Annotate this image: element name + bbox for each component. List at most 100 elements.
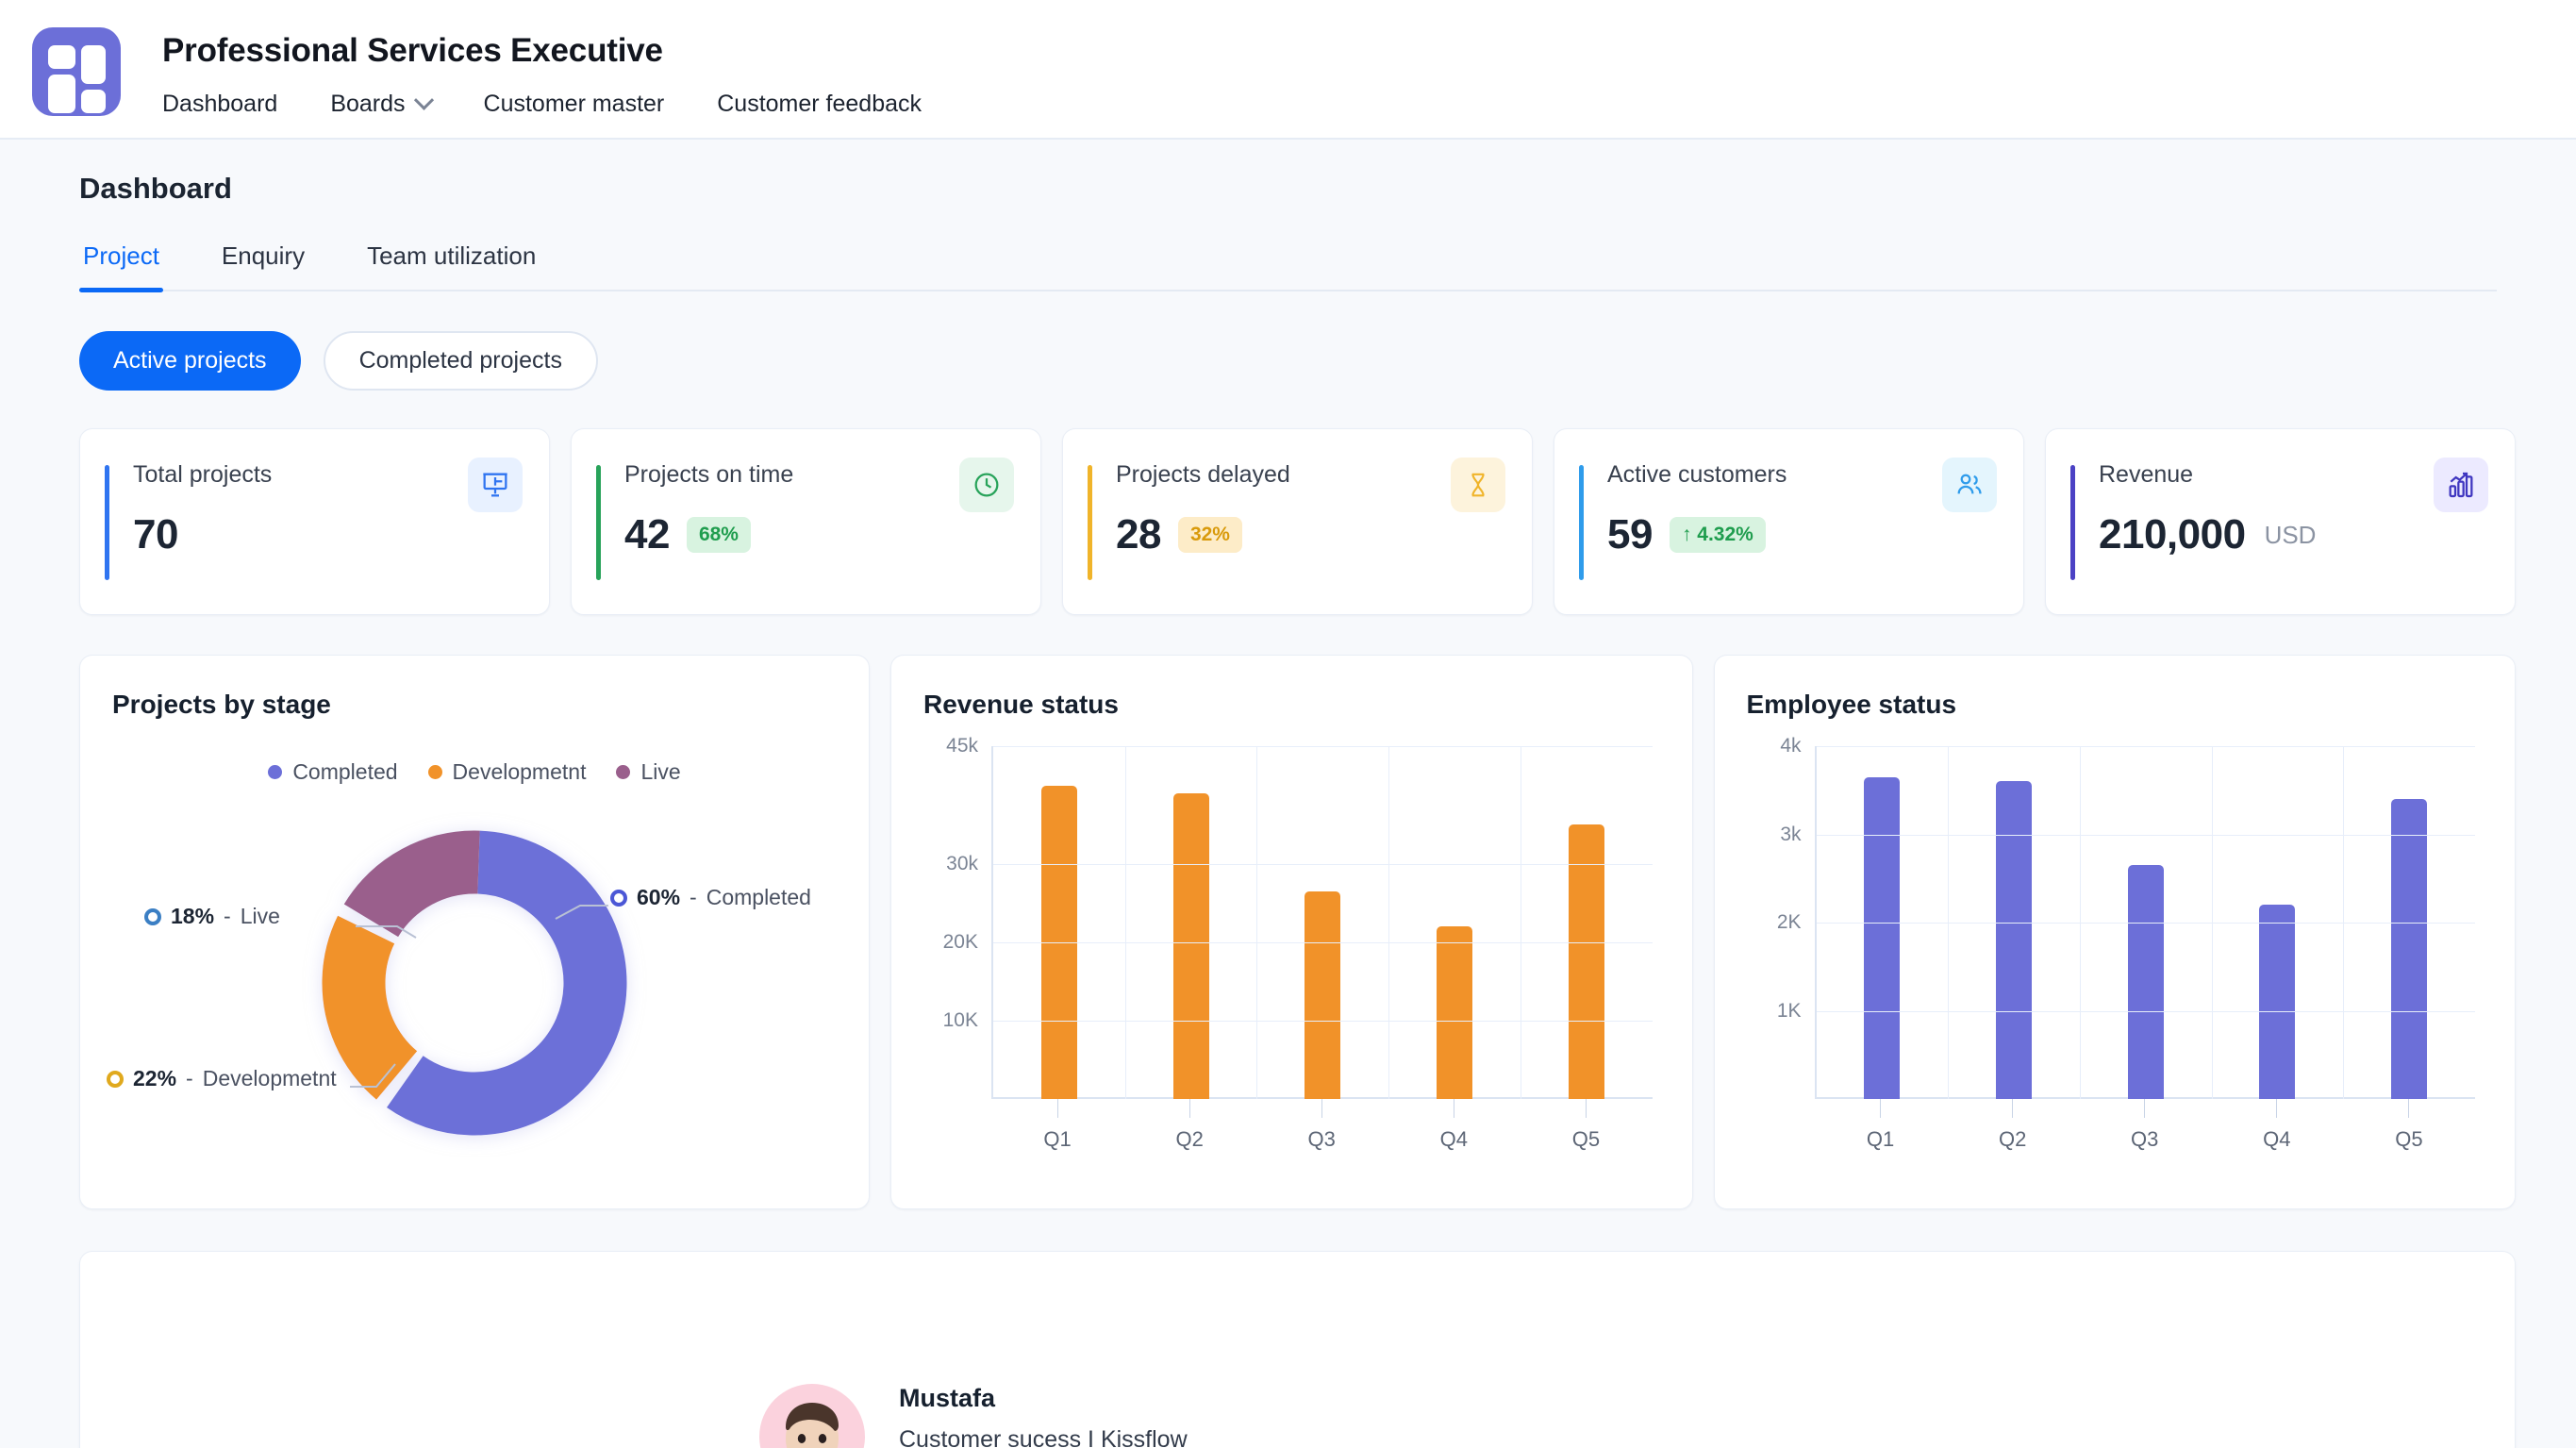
kpi-value: 210,000	[2099, 511, 2246, 558]
bar[interactable]	[1568, 824, 1604, 1099]
legend-item-live: Live	[616, 759, 681, 785]
chart-card-revenue-status: Revenue status 45k 30k 20K 10K Q1 Q2 Q3 Q4 Q5	[890, 655, 1693, 1209]
legend-item-completed: Completed	[268, 759, 398, 785]
x-tick: Q3	[2079, 1099, 2211, 1152]
y-tick-label: 2K	[1776, 911, 1802, 933]
employee-x-axis: Q1 Q2 Q3 Q4 Q5	[1815, 1099, 2476, 1152]
nav-item-dashboard[interactable]: Dashboard	[162, 91, 277, 118]
legend-label: Live	[640, 759, 681, 784]
bar-slot	[1388, 746, 1521, 1099]
donut-label-live: 18% - Live	[144, 904, 280, 929]
y-tick-label: 20K	[942, 930, 978, 953]
tab-team-utilization[interactable]: Team utilization	[363, 241, 540, 290]
kpi-label: Total projects	[133, 461, 273, 488]
accent-bar	[2070, 465, 2075, 580]
users-icon	[1942, 458, 1997, 512]
nav-label: Customer feedback	[717, 91, 922, 117]
filter-active-projects[interactable]: Active projects	[79, 331, 301, 391]
bar[interactable]	[1436, 926, 1472, 1099]
x-tick-label: Q4	[1439, 1127, 1468, 1151]
bar[interactable]	[2259, 905, 2296, 1099]
dashboard-tabs: Project Enquiry Team utilization	[79, 241, 2497, 292]
bar-slot	[993, 746, 1125, 1099]
legend-label: Completed	[292, 759, 398, 784]
revenue-x-axis: Q1 Q2 Q3 Q4 Q5	[991, 1099, 1653, 1152]
x-tick: Q5	[2343, 1099, 2475, 1152]
accent-bar	[596, 465, 601, 580]
page-title: Dashboard	[79, 172, 232, 205]
kpi-label: Active customers	[1607, 461, 1787, 488]
y-tick-label: 30k	[946, 852, 978, 874]
tab-project[interactable]: Project	[79, 241, 163, 292]
chart-card-employee-status: Employee status 4k 3k 2K 1K Q1 Q2 Q3 Q4 Q5	[1713, 655, 2516, 1209]
brand-block: Professional Services Executive Dashboar…	[162, 25, 922, 118]
bar[interactable]	[2127, 865, 2164, 1099]
kpi-card-projects-on-time[interactable]: Projects on time 42 68%	[571, 428, 1041, 615]
x-tick: Q2	[1947, 1099, 2079, 1152]
x-tick-label: Q5	[1571, 1127, 1601, 1151]
x-tick-label: Q3	[2131, 1127, 2159, 1151]
accent-bar	[1579, 465, 1584, 580]
tab-label: Enquiry	[221, 241, 306, 270]
kpi-card-active-customers[interactable]: Active customers 59 ↑ 4.32%	[1554, 428, 2024, 615]
kpi-row: Total projects 70 Projects on time 42 68…	[79, 428, 2576, 615]
nav-label: Customer master	[483, 91, 665, 117]
chart-title: Projects by stage	[112, 690, 331, 719]
bar[interactable]	[1305, 890, 1341, 1099]
nav-item-customer-feedback[interactable]: Customer feedback	[717, 91, 922, 118]
tab-label: Team utilization	[367, 241, 537, 270]
kpi-card-total-projects[interactable]: Total projects 70	[79, 428, 550, 615]
kpi-label: Projects on time	[624, 461, 794, 488]
x-tick: Q3	[1255, 1099, 1388, 1152]
x-tick-label: Q3	[1307, 1127, 1336, 1151]
accent-bar	[1088, 465, 1092, 580]
nav-item-boards[interactable]: Boards	[330, 90, 434, 118]
testimonial-text: Mustafa Customer sucess I Kissflow ⭐⭐⭐⭐	[899, 1384, 1188, 1448]
kpi-card-projects-delayed[interactable]: Projects delayed 28 32%	[1062, 428, 1533, 615]
employee-plot-area	[1814, 746, 2475, 1099]
kpi-card-revenue[interactable]: Revenue 210,000 USD	[2045, 428, 2516, 615]
bar[interactable]	[1996, 781, 2033, 1099]
project-filter-group: Active projects Completed projects	[79, 331, 2576, 391]
donut-label-name: Completed	[706, 885, 811, 909]
kpi-value: 70	[133, 511, 178, 558]
donut-label-development: 22% - Developmetnt	[107, 1066, 337, 1091]
avatar	[759, 1384, 865, 1448]
nav-label: Dashboard	[162, 91, 278, 117]
donut-label-name: Developmetnt	[202, 1066, 337, 1090]
donut-label-value: 22%	[133, 1066, 177, 1090]
filter-completed-projects[interactable]: Completed projects	[323, 331, 598, 391]
nav-label: Boards	[330, 91, 406, 117]
x-tick: Q1	[991, 1099, 1123, 1152]
x-tick-label: Q5	[2395, 1127, 2423, 1151]
bar[interactable]	[2391, 799, 2428, 1099]
hourglass-icon	[1451, 458, 1505, 512]
kpi-label: Revenue	[2099, 461, 2194, 488]
nav-item-customer-master[interactable]: Customer master	[484, 91, 665, 118]
presentation-board-icon	[468, 458, 523, 512]
bar-slot	[1125, 746, 1257, 1099]
dashboard-body: Dashboard Project Enquiry Team utilizati…	[0, 140, 2576, 1448]
x-tick: Q4	[2211, 1099, 2343, 1152]
donut-label-name: Live	[240, 904, 280, 928]
bar[interactable]	[1864, 776, 1901, 1099]
bar-slot	[1521, 746, 1653, 1099]
bar[interactable]	[1172, 792, 1209, 1099]
chevron-down-icon	[413, 90, 434, 110]
tab-enquiry[interactable]: Enquiry	[218, 241, 308, 290]
filter-label: Completed projects	[358, 347, 562, 374]
donut-legend: Completed Developmetnt Live	[112, 759, 837, 785]
main-nav: Dashboard Boards Customer master Custome…	[162, 90, 922, 118]
kpi-value: 59	[1607, 511, 1653, 558]
donut-chart: 60% - Completed 18% - Live 22% - Develop…	[107, 791, 837, 1168]
bar-chart-growth-icon	[2434, 458, 2488, 512]
tab-label: Project	[83, 241, 159, 270]
x-tick-label: Q1	[1043, 1127, 1072, 1151]
employee-bar-chart: 4k 3k 2K 1K Q1 Q2 Q3 Q4 Q5	[1747, 735, 2484, 1152]
kpi-badge: ↑ 4.32%	[1669, 517, 1766, 553]
y-tick-label: 10K	[942, 1008, 978, 1031]
kpi-badge: 68%	[686, 517, 751, 553]
testimonial-card: Mustafa Customer sucess I Kissflow ⭐⭐⭐⭐	[79, 1251, 2516, 1448]
bar-slot	[1256, 746, 1388, 1099]
x-tick: Q2	[1123, 1099, 1255, 1152]
